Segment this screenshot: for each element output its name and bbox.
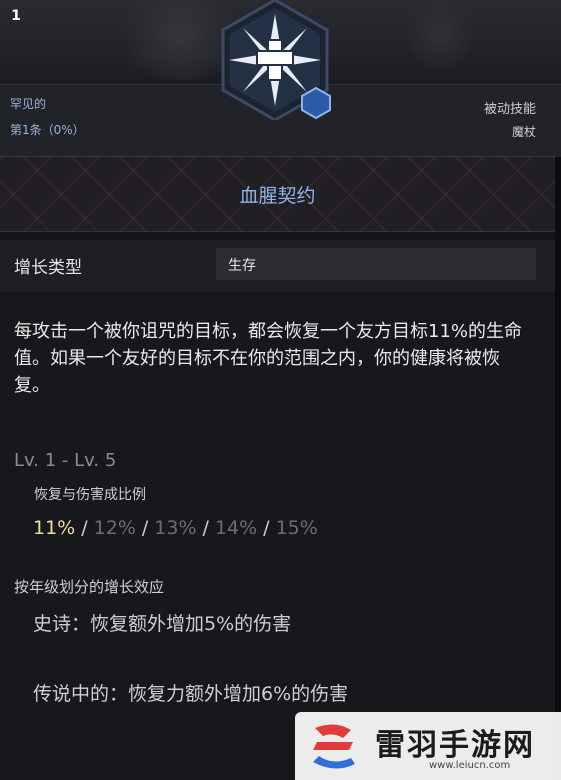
upgrade-legendary: 传说中的：恢复力额外增加6%的伤害 [33, 683, 349, 705]
leiyu-logo-icon [313, 724, 355, 769]
scale-value-2: 12% [93, 517, 136, 539]
upgrade-effects-label: 按年级划分的增长效应 [14, 578, 165, 596]
site-watermark: 雷羽手游网 www.leiucn.com [295, 712, 561, 780]
right-border [555, 84, 561, 780]
weapon-label: 魔杖 [511, 125, 536, 139]
watermark-url: www.leiucn.com [429, 760, 511, 771]
level-range: Lv. 1 - Lv. 5 [14, 450, 117, 471]
rarity-label: 罕见的 [10, 97, 47, 111]
scale-label: 恢复与伤害成比例 [34, 487, 146, 503]
scale-separator: / [141, 517, 149, 539]
watermark-text: 雷羽手游网 [375, 728, 535, 763]
level-badge-number: 1 [11, 8, 21, 24]
growth-type-label: 增长类型 [14, 258, 82, 278]
scale-value-3: 13% [154, 517, 197, 539]
count-label: 第1条（0%） [10, 123, 85, 137]
growth-type-value-box: 生存 [216, 248, 536, 280]
scale-value-1: 11% [33, 517, 76, 539]
skill-type-label: 被动技能 [483, 102, 536, 117]
scale-values: 11%/12%/13%/14%/15% [33, 517, 318, 539]
scale-value-4: 14% [214, 517, 258, 539]
scale-separator: / [263, 517, 270, 539]
growth-type-row: 增长类型 生存 [0, 240, 555, 292]
scale-separator: / [202, 517, 209, 539]
growth-type-value: 生存 [228, 258, 256, 274]
hexagon-level-badge-icon [301, 87, 331, 119]
scale-separator: / [81, 517, 88, 539]
skill-name-banner: 血腥契约 [0, 156, 555, 232]
skill-description: 每攻击一个被你诅咒的目标，都会恢复一个友方目标11%的生命值。如果一个友好的目标… [14, 321, 523, 396]
scale-value-5: 15% [275, 517, 318, 539]
skill-name: 血腥契约 [239, 185, 316, 207]
upgrade-epic: 史诗：恢复额外增加5%的伤害 [33, 613, 292, 635]
